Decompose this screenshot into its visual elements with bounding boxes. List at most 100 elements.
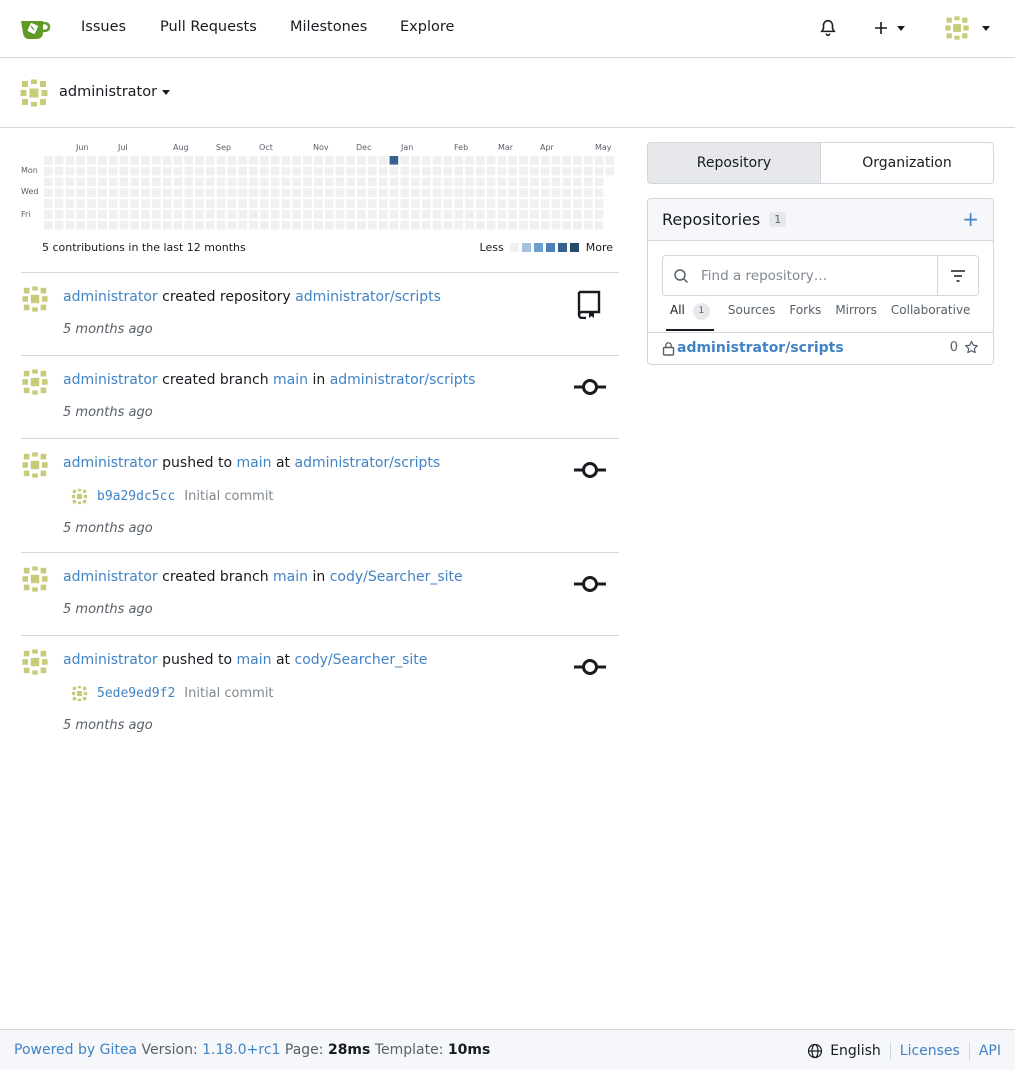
feed-user-link[interactable]: administrator	[63, 372, 158, 388]
heatmap-cell[interactable]	[303, 210, 312, 219]
heatmap-cell[interactable]	[584, 156, 593, 165]
heatmap-cell[interactable]	[465, 177, 474, 187]
heatmap-cell[interactable]	[216, 156, 226, 165]
heatmap-cell[interactable]	[530, 156, 539, 165]
heatmap-cell[interactable]	[465, 166, 474, 176]
heatmap-cell[interactable]	[152, 220, 161, 230]
heatmap-cell[interactable]	[303, 166, 312, 176]
heatmap-cell[interactable]	[238, 199, 247, 208]
feed-user-link[interactable]: administrator	[63, 289, 158, 305]
heatmap-cell[interactable]	[540, 166, 550, 176]
heatmap-cell[interactable]	[195, 156, 204, 165]
heatmap-cell[interactable]	[65, 156, 75, 165]
heatmap-cell[interactable]	[368, 156, 377, 165]
heatmap-cell[interactable]	[260, 156, 269, 165]
heatmap-cell[interactable]	[195, 188, 204, 197]
heatmap-cell[interactable]	[497, 188, 507, 197]
heatmap-cell[interactable]	[454, 166, 463, 176]
heatmap-cell[interactable]	[162, 210, 172, 219]
heatmap-cell[interactable]	[292, 199, 301, 208]
heatmap-cell[interactable]	[65, 220, 75, 230]
heatmap-cell[interactable]	[368, 188, 377, 197]
heatmap-cell[interactable]	[206, 166, 215, 176]
heatmap-cell[interactable]	[400, 166, 409, 176]
heatmap-cell[interactable]	[292, 220, 301, 230]
heatmap-cell[interactable]	[130, 177, 139, 187]
heatmap-cell[interactable]	[594, 156, 604, 165]
feed-branch-link[interactable]: main	[237, 455, 272, 471]
feed-user-link[interactable]: administrator	[63, 455, 158, 471]
heatmap-cell[interactable]	[44, 166, 53, 176]
heatmap-cell[interactable]	[173, 210, 183, 219]
heatmap-cell[interactable]	[227, 220, 237, 230]
heatmap-cell[interactable]	[76, 220, 85, 230]
heatmap-cell[interactable]	[98, 188, 107, 197]
heatmap-cell[interactable]	[400, 210, 409, 219]
heatmap-cell[interactable]	[162, 166, 172, 176]
heatmap-cell[interactable]	[605, 166, 615, 176]
heatmap-cell[interactable]	[540, 156, 550, 165]
heatmap-cell[interactable]	[411, 177, 420, 187]
heatmap-cell[interactable]	[249, 199, 258, 208]
heatmap-cell[interactable]	[540, 210, 550, 219]
heatmap-cell[interactable]	[486, 166, 496, 176]
heatmap-cell[interactable]	[519, 166, 528, 176]
heatmap-cell[interactable]	[98, 166, 107, 176]
filter-button[interactable]	[937, 256, 978, 295]
heatmap-cell[interactable]	[249, 220, 258, 230]
heatmap-cell[interactable]	[551, 166, 561, 176]
heatmap-cell[interactable]	[530, 188, 539, 197]
heatmap-cell[interactable]	[152, 166, 161, 176]
heatmap-cell[interactable]	[389, 177, 399, 187]
heatmap-cell[interactable]	[411, 166, 420, 176]
heatmap-cell[interactable]	[141, 199, 150, 208]
heatmap-cell[interactable]	[497, 166, 507, 176]
heatmap-cell[interactable]	[260, 166, 269, 176]
heatmap-cell[interactable]	[562, 156, 571, 165]
heatmap-cell[interactable]	[44, 210, 53, 219]
heatmap-cell[interactable]	[422, 177, 431, 187]
heatmap-cell[interactable]	[389, 199, 399, 208]
heatmap-cell[interactable]	[378, 177, 388, 187]
heatmap-cell[interactable]	[119, 188, 129, 197]
licenses-link[interactable]: Licenses	[900, 1043, 960, 1059]
heatmap-cell[interactable]	[465, 199, 474, 208]
feed-repo-link[interactable]: cody/Searcher_site	[295, 652, 428, 668]
heatmap-cell[interactable]	[195, 166, 204, 176]
heatmap-cell[interactable]	[432, 210, 442, 219]
heatmap-cell[interactable]	[238, 210, 247, 219]
heatmap-cell[interactable]	[173, 156, 183, 165]
heatmap-cell[interactable]	[162, 177, 172, 187]
heatmap-cell[interactable]	[551, 188, 561, 197]
heatmap-cell[interactable]	[206, 210, 215, 219]
heatmap-cell[interactable]	[249, 156, 258, 165]
heatmap-cell[interactable]	[44, 156, 53, 165]
heatmap-cell[interactable]	[270, 188, 280, 197]
heatmap-cell[interactable]	[216, 220, 226, 230]
heatmap-cell[interactable]	[314, 166, 323, 176]
heatmap-cell[interactable]	[519, 220, 528, 230]
heatmap-cell[interactable]	[44, 220, 53, 230]
heatmap-cell[interactable]	[346, 156, 355, 165]
heatmap-cell[interactable]	[130, 220, 139, 230]
heatmap-cell[interactable]	[87, 199, 96, 208]
heatmap-cell[interactable]	[87, 166, 96, 176]
heatmap-cell[interactable]	[540, 220, 550, 230]
heatmap-cell[interactable]	[206, 199, 215, 208]
heatmap-cell[interactable]	[519, 188, 528, 197]
heatmap-cell[interactable]	[292, 156, 301, 165]
feed-branch-link[interactable]: main	[237, 652, 272, 668]
heatmap-cell[interactable]	[573, 177, 582, 187]
heatmap-cell[interactable]	[281, 156, 291, 165]
heatmap-cell[interactable]	[476, 156, 485, 165]
heatmap-cell[interactable]	[432, 156, 442, 165]
heatmap-cell[interactable]	[573, 210, 582, 219]
heatmap-cell[interactable]	[173, 188, 183, 197]
heatmap-cell[interactable]	[400, 156, 409, 165]
heatmap-cell[interactable]	[184, 177, 193, 187]
heatmap-cell[interactable]	[87, 177, 96, 187]
heatmap-cell[interactable]	[346, 188, 355, 197]
heatmap-cell[interactable]	[519, 210, 528, 219]
heatmap-cell[interactable]	[562, 188, 571, 197]
subtab-collaborative[interactable]: Collaborative	[891, 303, 971, 331]
